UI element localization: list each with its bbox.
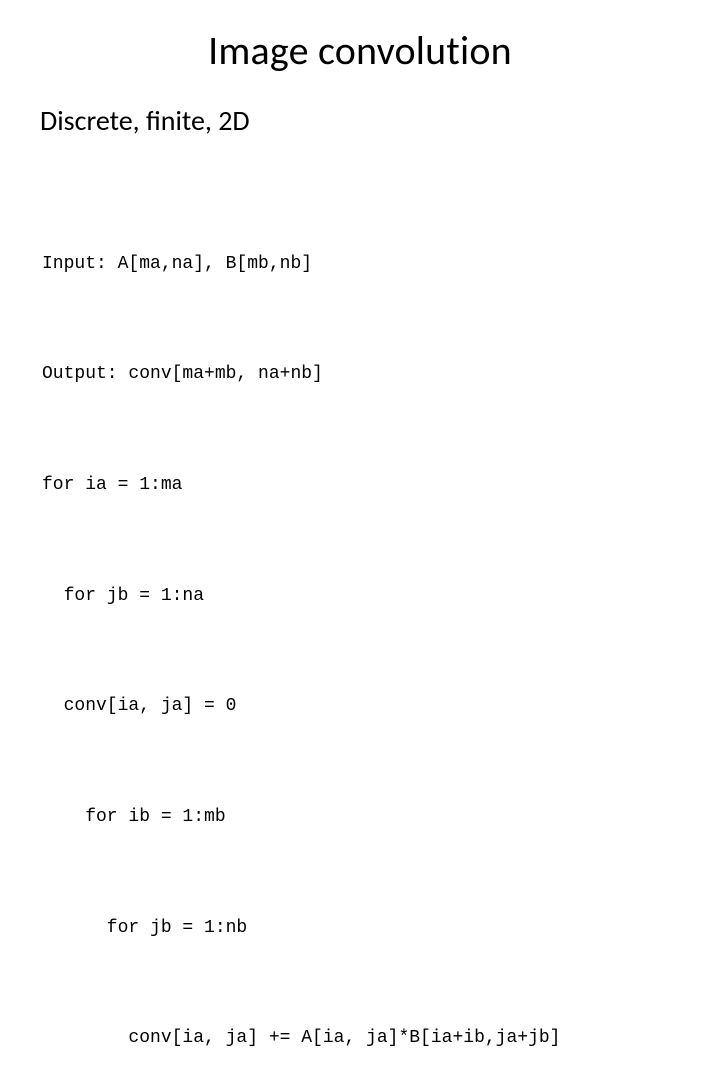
code-line: for ia = 1:ma <box>42 467 680 504</box>
code-line: Output: conv[ma+mb, na+nb] <box>42 356 680 393</box>
slide: Image convolution Discrete, finite, 2D I… <box>0 0 720 540</box>
code-line: for jb = 1:na <box>42 578 680 615</box>
code-line: for ib = 1:mb <box>42 799 680 836</box>
slide-subheading: Discrete, finite, 2D <box>40 103 680 138</box>
slide-title: Image convolution <box>40 26 680 75</box>
code-line: Input: A[ma,na], B[mb,nb] <box>42 246 680 283</box>
code-line: conv[ia, ja] += A[ia, ja]*B[ia+ib,ja+jb] <box>42 1020 680 1057</box>
code-block: Input: A[ma,na], B[mb,nb] Output: conv[m… <box>42 172 680 1080</box>
code-line: conv[ia, ja] = 0 <box>42 688 680 725</box>
code-line: for jb = 1:nb <box>42 910 680 947</box>
